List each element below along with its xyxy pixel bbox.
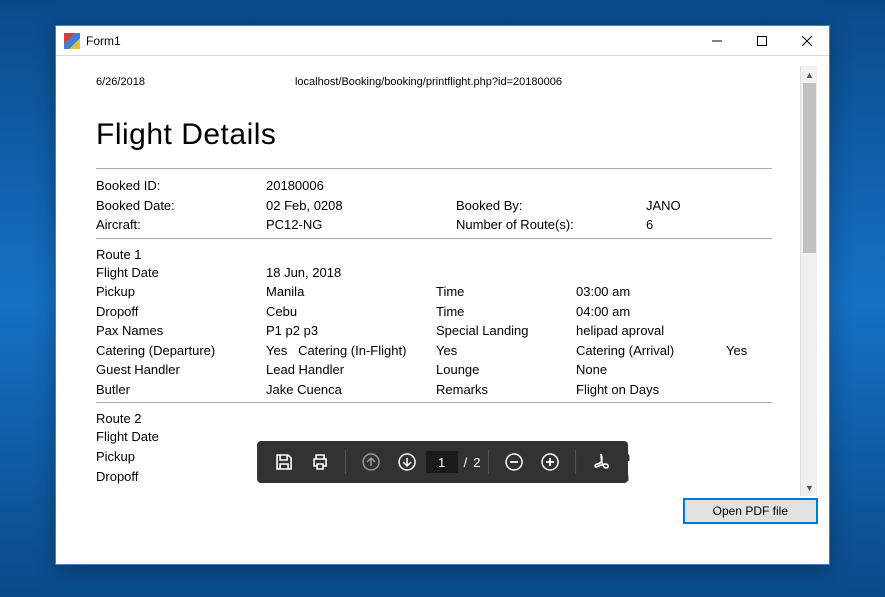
value-remarks: Flight on Days [576, 381, 726, 399]
label-pax: Pax Names [96, 322, 266, 340]
zoom-out-icon[interactable] [497, 445, 531, 479]
page-indicator: / 2 [426, 451, 481, 473]
value-catering-dep: Yes Catering (In-Flight) [266, 342, 436, 360]
close-button[interactable] [784, 26, 829, 55]
app-icon [64, 33, 80, 49]
value-dropoff: Cebu [266, 303, 436, 321]
page-sep: / [464, 455, 468, 470]
label-aircraft: Aircraft: [96, 216, 266, 234]
value-pickup: Manila [266, 283, 436, 301]
zoom-in-icon[interactable] [533, 445, 567, 479]
value-special-landing: helipad aproval [576, 322, 726, 340]
label-pickup: Pickup [96, 283, 266, 301]
label-flight-date: Flight Date [96, 264, 266, 282]
toolbar-separator [345, 450, 346, 474]
divider [96, 402, 772, 403]
value-catering-arr: Yes [726, 342, 786, 360]
page-input[interactable] [426, 451, 458, 473]
acrobat-icon[interactable] [584, 445, 618, 479]
route-section: Route 1 Flight Date 18 Jun, 2018 Pickup … [96, 247, 772, 399]
open-pdf-button[interactable]: Open PDF file [684, 499, 817, 523]
app-window: Form1 6/26/2018 localhost/Booking/bookin… [55, 25, 830, 565]
label-num-routes: Number of Route(s): [456, 216, 646, 234]
content-area: 6/26/2018 localhost/Booking/booking/prin… [56, 56, 829, 531]
value-pax: P1 p2 p3 [266, 322, 436, 340]
value-butler: Jake Cuenca [266, 381, 436, 399]
value-aircraft: PC12-NG [266, 216, 456, 234]
print-url: localhost/Booking/booking/printflight.ph… [295, 76, 562, 88]
label-guest-handler: Guest Handler [96, 361, 266, 379]
maximize-button[interactable] [739, 26, 784, 55]
page-title: Flight Details [96, 118, 772, 152]
value-flight-date: 18 Jun, 2018 [266, 264, 436, 282]
scroll-thumb[interactable] [803, 83, 816, 253]
scroll-up-icon[interactable]: ▲ [801, 66, 817, 83]
document-viewer: 6/26/2018 localhost/Booking/booking/prin… [68, 66, 817, 496]
page-down-icon[interactable] [390, 445, 424, 479]
print-header: 6/26/2018 localhost/Booking/booking/prin… [96, 76, 772, 88]
document: 6/26/2018 localhost/Booking/booking/prin… [68, 66, 800, 485]
divider [96, 238, 772, 239]
value-booked-date: 02 Feb, 0208 [266, 197, 456, 215]
divider [96, 168, 772, 169]
label-catering-dep: Catering (Departure) [96, 342, 266, 360]
label-lounge: Lounge [436, 361, 576, 379]
label-time: Time [436, 303, 576, 321]
label-dropoff: Dropoff [96, 468, 266, 486]
label-flight-date: Flight Date [96, 428, 266, 446]
value-dropoff-time: 04:00 am [576, 303, 726, 321]
window-controls [694, 26, 829, 55]
print-date: 6/26/2018 [96, 76, 145, 88]
window-title: Form1 [86, 34, 694, 48]
page-up-icon[interactable] [354, 445, 388, 479]
value-booked-by: JANO [646, 197, 772, 215]
label-remarks: Remarks [436, 381, 576, 399]
value-pickup-time: 03:00 am [576, 283, 726, 301]
minimize-button[interactable] [694, 26, 739, 55]
pdf-toolbar: / 2 [257, 441, 629, 483]
label-butler: Butler [96, 381, 266, 399]
save-icon[interactable] [267, 445, 301, 479]
booking-info: Booked ID: 20180006 Booked Date: 02 Feb,… [96, 177, 772, 234]
toolbar-separator [575, 450, 576, 474]
route-name: Route 1 [96, 247, 772, 262]
value-catering-inflight: Yes [436, 342, 576, 360]
label-time: Time [436, 283, 576, 301]
value-booked-id: 20180006 [266, 177, 456, 195]
label-special-landing: Special Landing [436, 322, 576, 340]
vertical-scrollbar[interactable]: ▲ ▼ [800, 66, 817, 496]
scroll-down-icon[interactable]: ▼ [801, 479, 817, 496]
label-pickup: Pickup [96, 448, 266, 466]
label-booked-by: Booked By: [456, 197, 646, 215]
route-name: Route 2 [96, 411, 772, 426]
label-catering-arr: Catering (Arrival) [576, 342, 726, 360]
value-guest-handler: Lead Handler [266, 361, 436, 379]
label-booked-date: Booked Date: [96, 197, 266, 215]
value-lounge: None [576, 361, 726, 379]
value-num-routes: 6 [646, 216, 772, 234]
print-icon[interactable] [303, 445, 337, 479]
label-dropoff: Dropoff [96, 303, 266, 321]
titlebar: Form1 [56, 26, 829, 56]
page-total: 2 [473, 455, 480, 470]
toolbar-separator [488, 450, 489, 474]
label-booked-id: Booked ID: [96, 177, 266, 195]
